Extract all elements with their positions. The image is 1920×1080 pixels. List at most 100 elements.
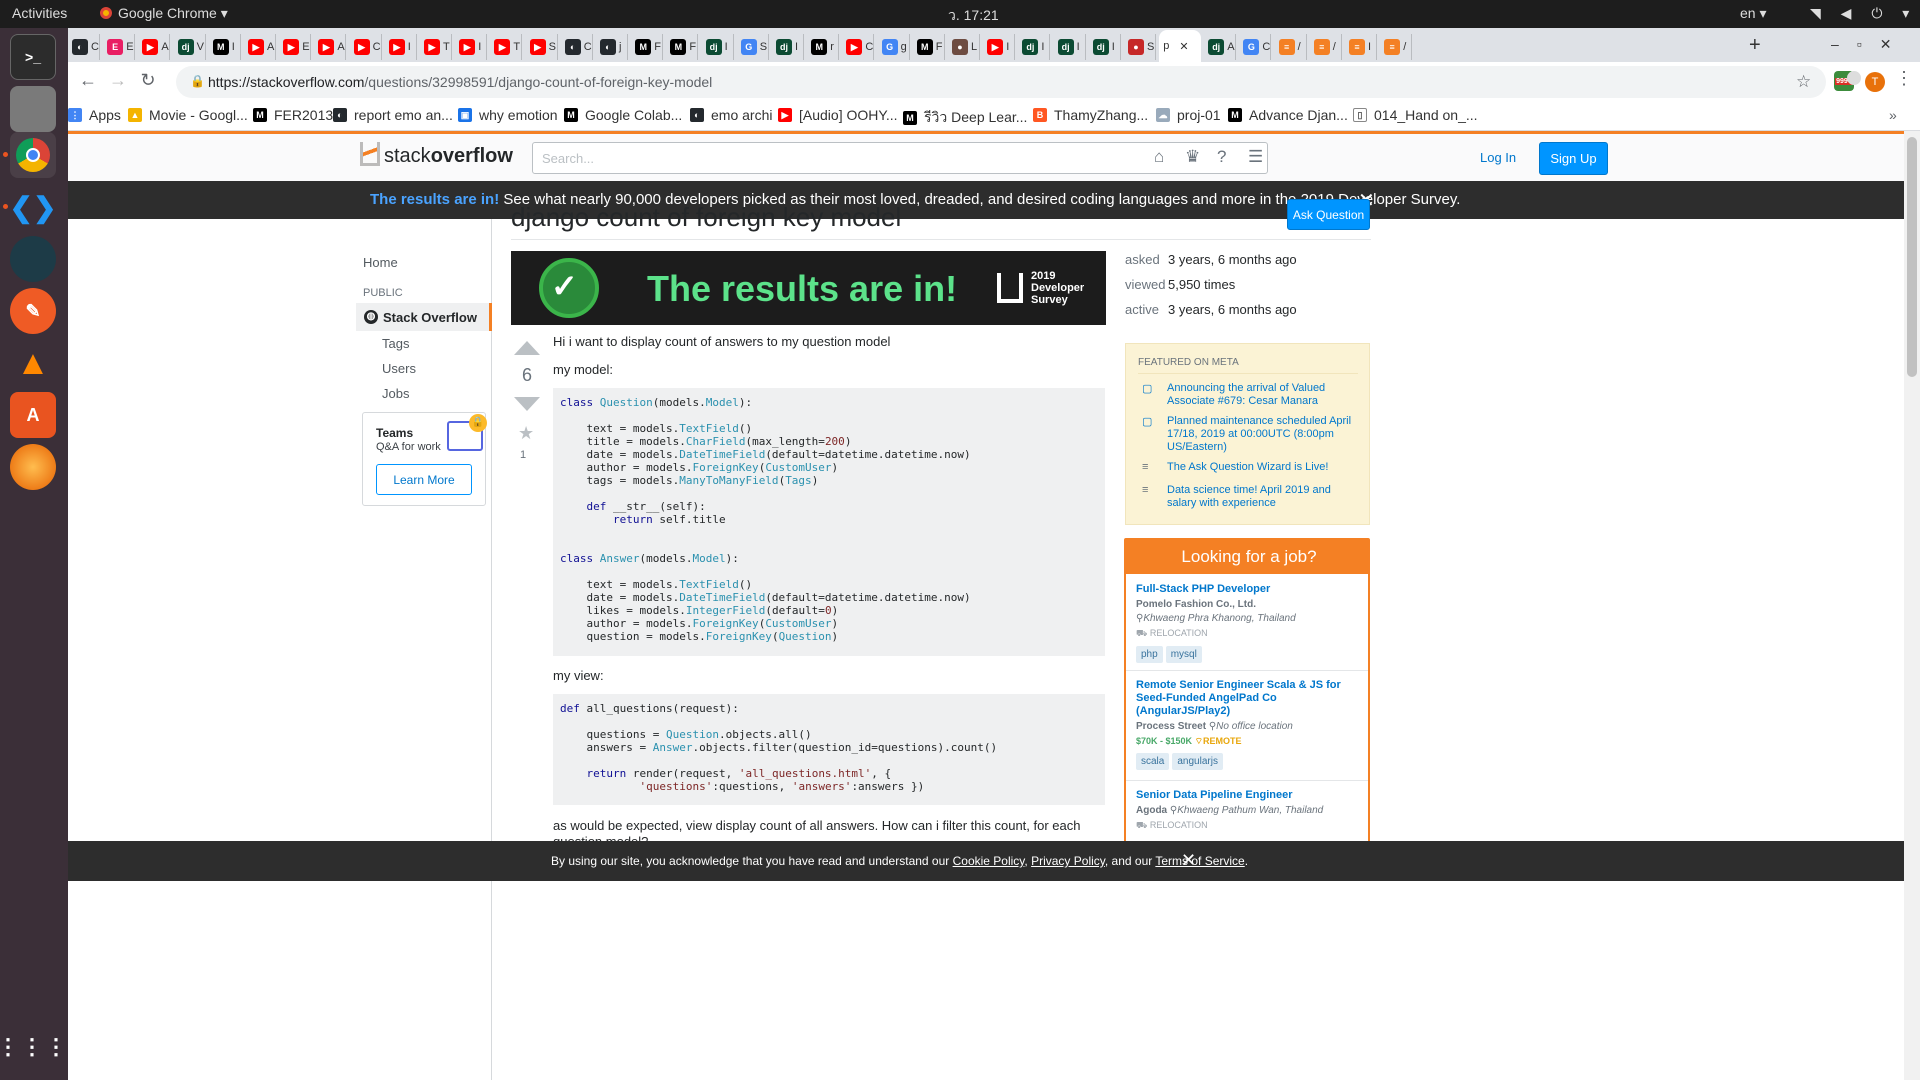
- bookmark-item[interactable]: ☁ proj-01: [1156, 107, 1221, 123]
- job-listing[interactable]: Senior Data Pipeline Engineer Agoda ⚲Khw…: [1136, 789, 1362, 832]
- scrollbar-thumb[interactable]: [1907, 137, 1917, 377]
- job-tag[interactable]: angularjs: [1172, 753, 1223, 770]
- job-listing[interactable]: Remote Senior Engineer Scala & JS for Se…: [1136, 679, 1362, 770]
- extension-icon-2[interactable]: [1847, 71, 1861, 85]
- tab[interactable]: ▶ C: [842, 34, 875, 60]
- tab[interactable]: MF: [913, 34, 945, 60]
- url-text[interactable]: https://stackoverflow.com/questions/3299…: [208, 74, 712, 90]
- bookmarks-overflow-icon[interactable]: »: [1889, 107, 1897, 123]
- forward-icon[interactable]: →: [106, 70, 130, 91]
- achievements-icon[interactable]: ♛: [1185, 147, 1200, 167]
- terminal-icon[interactable]: >_: [10, 34, 56, 80]
- tab[interactable]: dj I: [702, 34, 734, 60]
- active-value[interactable]: 3 years, 6 months ago: [1168, 302, 1297, 317]
- tab[interactable]: ≡ /: [1275, 34, 1307, 60]
- site-switcher-icon[interactable]: ☰: [1248, 147, 1263, 167]
- job-tag[interactable]: scala: [1136, 753, 1170, 770]
- question-title[interactable]: django count of foreign key model: [511, 202, 901, 233]
- tab[interactable]: ▶ A: [314, 34, 347, 60]
- tab[interactable]: dj I: [1054, 34, 1086, 60]
- nav-tags[interactable]: Tags: [382, 336, 409, 351]
- survey-banner-link[interactable]: The results are in!: [370, 191, 499, 208]
- bookmark-item[interactable]: ▶ [Audio] OOHY...: [778, 107, 898, 123]
- bookmark-star-icon[interactable]: ☆: [1796, 72, 1811, 92]
- featured-item[interactable]: Planned maintenance scheduled April 17/1…: [1167, 415, 1357, 454]
- tab[interactable]: MF: [631, 34, 664, 60]
- window-controls[interactable]: –▫✕: [1831, 36, 1909, 53]
- vscode-icon[interactable]: ❮❯: [10, 184, 57, 230]
- inbox-icon[interactable]: ⌂: [1154, 147, 1164, 167]
- tab[interactable]: ● S: [1124, 34, 1156, 60]
- back-icon[interactable]: ←: [76, 70, 100, 91]
- clock[interactable]: ว. 17:21: [948, 5, 999, 27]
- survey-ad[interactable]: ✓ The results are in! 2019 Developer Sur…: [511, 251, 1106, 325]
- chrome-menu-icon[interactable]: ⋮: [1895, 68, 1913, 89]
- bookmark-item[interactable]: ▯ 014_Hand on_...: [1353, 107, 1478, 123]
- tab[interactable]: MF: [666, 34, 699, 60]
- bookmark-item[interactable]: M FER2013: [253, 107, 333, 123]
- downvote-icon[interactable]: [514, 397, 540, 411]
- tab[interactable]: MI: [209, 34, 241, 60]
- tab[interactable]: ◐ j: [596, 34, 628, 60]
- tab[interactable]: ▶ I: [983, 34, 1016, 60]
- bookmark-item[interactable]: ▲ Movie - Googl...: [128, 107, 248, 123]
- job-tag[interactable]: php: [1136, 646, 1163, 663]
- so-logo[interactable]: stack overflow: [360, 142, 513, 168]
- job-title[interactable]: Remote Senior Engineer Scala & JS for Se…: [1136, 679, 1362, 718]
- new-tab-button[interactable]: +: [1749, 34, 1761, 57]
- profile-avatar[interactable]: T: [1865, 72, 1885, 92]
- app-menu[interactable]: Google Chrome ▾: [100, 5, 228, 22]
- upvote-icon[interactable]: [514, 341, 540, 355]
- tab[interactable]: dj A: [1204, 34, 1237, 60]
- ask-question-button[interactable]: Ask Question: [1287, 199, 1370, 230]
- bookmark-item[interactable]: M Google Colab...: [564, 107, 682, 123]
- job-title[interactable]: Full-Stack PHP Developer: [1136, 583, 1362, 596]
- show-applications-icon[interactable]: ⋮⋮⋮: [0, 1024, 67, 1070]
- system-status-icons[interactable]: ◥ ◀ ⏻ ▾: [1810, 5, 1917, 22]
- activities-button[interactable]: Activities: [12, 5, 67, 21]
- tab[interactable]: ▶ T: [490, 34, 523, 60]
- page-scrollbar[interactable]: [1904, 131, 1920, 1080]
- favorite-star-icon[interactable]: ★: [518, 423, 534, 444]
- close-tab-icon[interactable]: ✕: [1179, 40, 1188, 53]
- tab[interactable]: dj I: [772, 34, 804, 60]
- tab[interactable]: ▶ A: [138, 34, 171, 60]
- bookmark-item[interactable]: B ThamyZhang...: [1033, 107, 1148, 123]
- gitkraken-icon[interactable]: [10, 236, 56, 282]
- tab[interactable]: GC: [1239, 34, 1272, 60]
- nav-stack-overflow[interactable]: ◍ Stack Overflow: [356, 303, 492, 331]
- tab[interactable]: dj V: [174, 34, 206, 60]
- lock-icon[interactable]: 🔒: [190, 74, 205, 88]
- tab[interactable]: ▶ S: [526, 34, 558, 60]
- tab[interactable]: ▶ C: [350, 34, 382, 60]
- bookmark-item[interactable]: M รีวิว Deep Lear...: [903, 107, 1027, 129]
- chrome-icon[interactable]: [10, 132, 56, 178]
- learn-more-button[interactable]: Learn More: [376, 464, 472, 495]
- firefox-icon[interactable]: [10, 444, 56, 490]
- nav-home[interactable]: Home: [363, 255, 398, 270]
- bookmark-item[interactable]: ◐ report emo an...: [333, 107, 453, 123]
- bookmark-item[interactable]: ▣ why emotion: [458, 107, 558, 123]
- tab[interactable]: dj I: [1018, 34, 1051, 60]
- reload-icon[interactable]: ↻: [136, 70, 160, 91]
- tab[interactable]: dj I: [1089, 34, 1121, 60]
- tab[interactable]: ◐ C: [561, 34, 593, 60]
- tab[interactable]: ≡ /: [1310, 34, 1342, 60]
- login-link[interactable]: Log In: [1480, 150, 1516, 165]
- tab[interactable]: ▶ I: [385, 34, 417, 60]
- featured-item[interactable]: Announcing the arrival of Valued Associa…: [1167, 382, 1357, 408]
- jobs-heading[interactable]: Looking for a job?: [1126, 540, 1368, 574]
- tab[interactable]: ▶ A: [244, 34, 276, 60]
- address-bar[interactable]: 🔒 https://stackoverflow.com/questions/32…: [176, 66, 1826, 98]
- nav-users[interactable]: Users: [382, 361, 416, 376]
- terms-of-service-link[interactable]: Terms of Service: [1155, 854, 1244, 868]
- tab[interactable]: ▶ E: [279, 34, 312, 60]
- nav-jobs[interactable]: Jobs: [382, 386, 409, 401]
- input-language[interactable]: en ▾: [1740, 5, 1767, 22]
- job-listing[interactable]: Full-Stack PHP Developer Pomelo Fashion …: [1136, 583, 1362, 663]
- cookie-policy-link[interactable]: Cookie Policy: [953, 854, 1025, 868]
- bookmark-item[interactable]: ◐ emo archi: [690, 107, 772, 123]
- job-tag[interactable]: mysql: [1165, 646, 1202, 663]
- vlc-icon[interactable]: ▲: [10, 340, 56, 386]
- software-center-icon[interactable]: A: [10, 392, 56, 438]
